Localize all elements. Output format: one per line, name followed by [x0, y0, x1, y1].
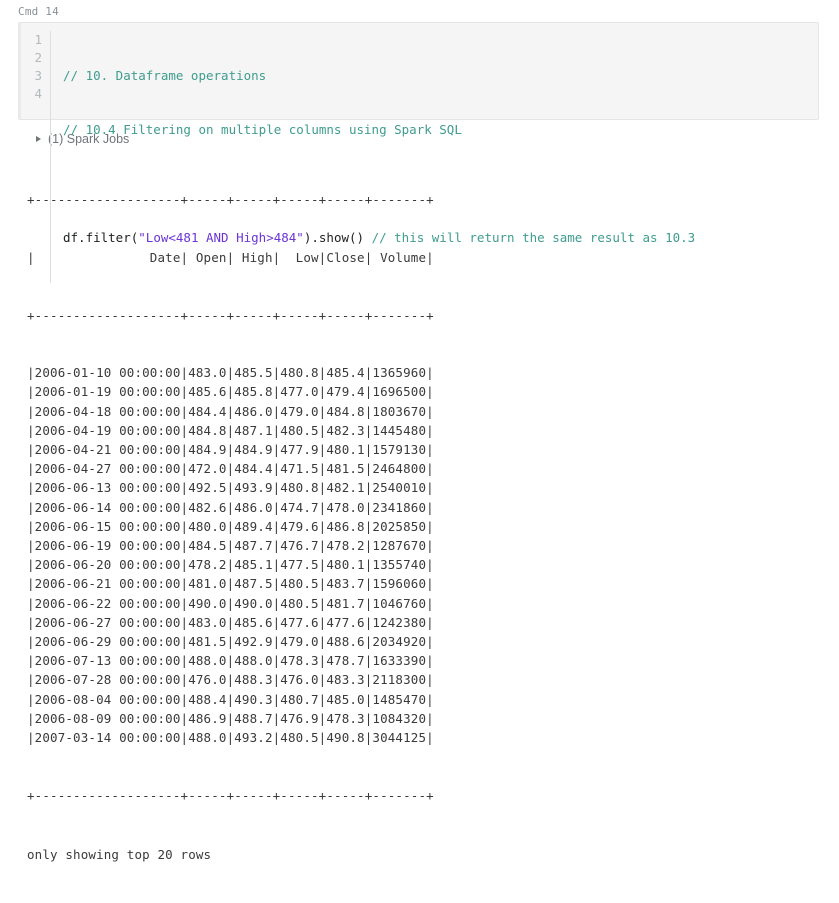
- code-line-1: // 10. Dataframe operations: [63, 67, 695, 85]
- output-footer: only showing top 20 rows: [27, 843, 839, 864]
- code-comment: // 10. Dataframe operations: [63, 68, 266, 83]
- line-number: 1: [21, 31, 42, 49]
- code-line-3: [63, 175, 695, 193]
- output-data-row: |2006-04-21 00:00:00|484.9|484.9|477.9|4…: [27, 440, 839, 459]
- code-string-literal: "Low<481 AND High>484": [138, 230, 304, 245]
- output-data-row: |2006-06-15 00:00:00|480.0|489.4|479.6|4…: [27, 517, 839, 536]
- output-data-row: |2006-06-20 00:00:00|478.2|485.1|477.5|4…: [27, 555, 839, 574]
- output-data-row: |2006-06-21 00:00:00|481.0|487.5|480.5|4…: [27, 574, 839, 593]
- output-data-row: |2006-04-19 00:00:00|484.8|487.1|480.5|4…: [27, 421, 839, 440]
- notebook-cell-container: Cmd 14 1 2 3 4 // 10. Dataframe operatio…: [0, 0, 839, 903]
- output-data-row: |2006-06-22 00:00:00|490.0|490.0|480.5|4…: [27, 594, 839, 613]
- output-data-row: |2006-04-18 00:00:00|484.4|486.0|479.0|4…: [27, 402, 839, 421]
- output-separator-mid: +-------------------+-----+-----+-----+-…: [27, 306, 839, 325]
- cmd-label: Cmd 14: [0, 0, 839, 22]
- line-number: 3: [21, 67, 42, 85]
- output-data-row: |2006-04-27 00:00:00|472.0|484.4|471.5|4…: [27, 459, 839, 478]
- code-editor-cell[interactable]: 1 2 3 4 // 10. Dataframe operations // 1…: [18, 22, 819, 120]
- code-comment: // 10.4 Filtering on multiple columns us…: [63, 122, 462, 137]
- output-data-row: |2006-07-13 00:00:00|488.0|488.0|478.3|4…: [27, 651, 839, 670]
- code-text-area[interactable]: // 10. Dataframe operations // 10.4 Filt…: [51, 31, 695, 283]
- code-comment: // this will return the same result as 1…: [372, 230, 696, 245]
- line-number: 2: [21, 49, 42, 67]
- output-data-row: |2006-06-13 00:00:00|492.5|493.9|480.8|4…: [27, 478, 839, 497]
- output-data-row: |2006-08-04 00:00:00|488.4|490.3|480.7|4…: [27, 690, 839, 709]
- output-data-row: |2006-06-27 00:00:00|483.0|485.6|477.6|4…: [27, 613, 839, 632]
- output-data-row: |2007-03-14 00:00:00|488.0|493.2|480.5|4…: [27, 728, 839, 747]
- output-data-row: |2006-08-09 00:00:00|486.9|488.7|476.9|4…: [27, 709, 839, 728]
- code-line-2: // 10.4 Filtering on multiple columns us…: [63, 121, 695, 139]
- output-separator-bottom: +-------------------+-----+-----+-----+-…: [27, 786, 839, 805]
- line-number-gutter: 1 2 3 4: [21, 31, 51, 283]
- code-call-start: df.filter(: [63, 230, 138, 245]
- output-data-row: |2006-06-29 00:00:00|481.5|492.9|479.0|4…: [27, 632, 839, 651]
- output-data-row: |2006-06-19 00:00:00|484.5|487.7|476.7|4…: [27, 536, 839, 555]
- output-data-row: |2006-01-10 00:00:00|483.0|485.5|480.8|4…: [27, 363, 839, 382]
- code-call-end: ).show(): [304, 230, 372, 245]
- output-rows-container: |2006-01-10 00:00:00|483.0|485.5|480.8|4…: [27, 363, 839, 747]
- line-number: 4: [21, 85, 42, 103]
- output-data-row: |2006-06-14 00:00:00|482.6|486.0|474.7|4…: [27, 498, 839, 517]
- code-line-4: df.filter("Low<481 AND High>484").show()…: [63, 229, 695, 247]
- output-data-row: |2006-07-28 00:00:00|476.0|488.3|476.0|4…: [27, 670, 839, 689]
- output-data-row: |2006-01-19 00:00:00|485.6|485.8|477.0|4…: [27, 382, 839, 401]
